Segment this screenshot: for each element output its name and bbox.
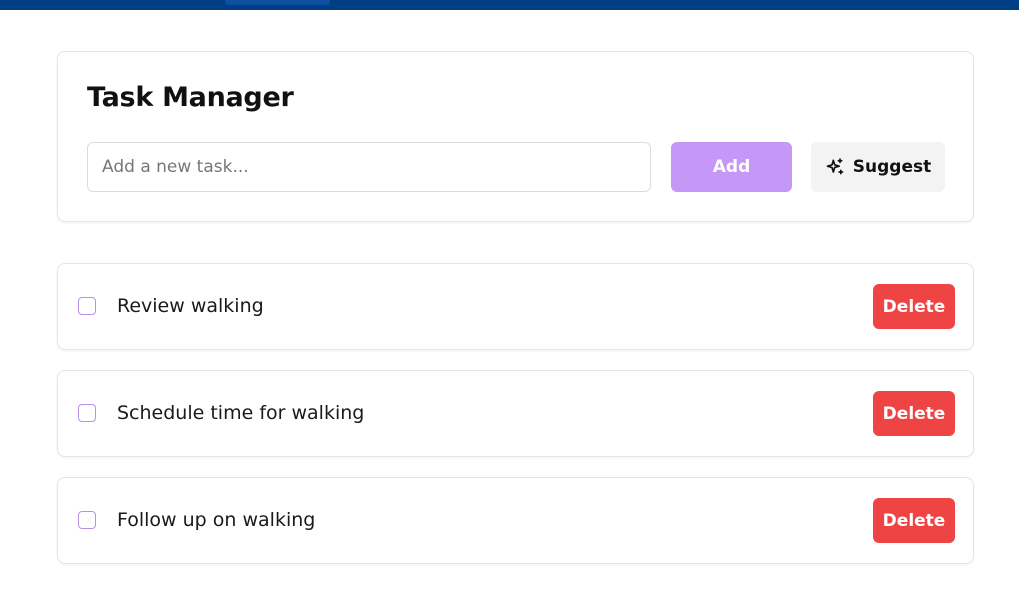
delete-task-button[interactable]: Delete [873,284,955,329]
active-tab-indicator[interactable] [225,0,330,5]
task-checkbox[interactable] [78,511,96,529]
delete-task-button[interactable]: Delete [873,498,955,543]
delete-task-button[interactable]: Delete [873,391,955,436]
browser-top-bar [0,0,1019,10]
new-task-input[interactable] [87,142,651,192]
task-text: Follow up on walking [117,509,316,531]
add-task-button[interactable]: Add [671,142,792,192]
task-checkbox[interactable] [78,297,96,315]
task-item: Follow up on walking Delete [57,477,974,564]
task-item: Review walking Delete [57,263,974,350]
task-manager-card: Task Manager Add Suggest [57,51,974,222]
page-title: Task Manager [87,82,294,113]
suggest-button[interactable]: Suggest [811,142,945,192]
task-text: Schedule time for walking [117,402,365,424]
task-item: Schedule time for walking Delete [57,370,974,457]
suggest-label: Suggest [852,157,932,177]
sparkles-icon [825,157,845,177]
task-checkbox[interactable] [78,404,96,422]
task-text: Review walking [117,295,264,317]
